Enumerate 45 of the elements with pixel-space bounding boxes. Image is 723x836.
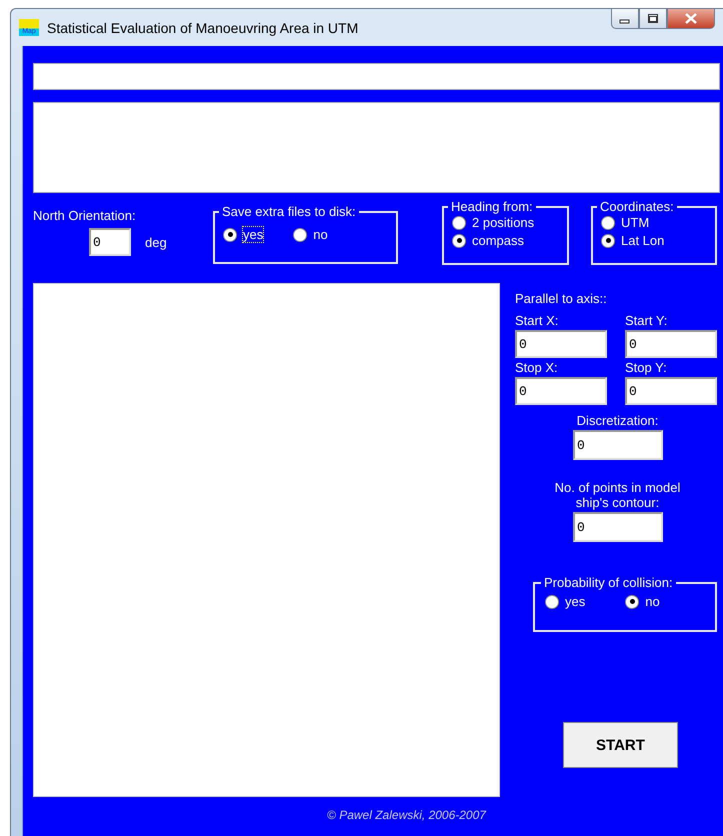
coordinate-field[interactable]: 0	[515, 330, 607, 358]
field-label: Start X:	[515, 313, 560, 328]
radio-button[interactable]	[293, 228, 308, 242]
contour-points-field[interactable]: 0	[573, 512, 663, 542]
north-orientation-field[interactable]: 0	[89, 228, 131, 256]
close-button[interactable]	[667, 9, 715, 29]
minimize-button[interactable]	[611, 9, 639, 29]
discretization-label: Discretization:	[576, 413, 660, 428]
field-label: Stop X:	[515, 360, 559, 375]
radio-button[interactable]	[545, 594, 559, 608]
radio-button[interactable]	[625, 594, 640, 608]
group-label: Coordinates:	[599, 199, 675, 214]
unit-label: deg	[145, 234, 167, 250]
coordinate-field[interactable]: 0	[625, 377, 717, 405]
option-label: Lat Lon	[621, 233, 664, 248]
option-label: no	[313, 227, 328, 242]
maximize-icon	[647, 14, 659, 24]
text-field[interactable]	[33, 63, 720, 90]
radio-button[interactable]	[452, 216, 466, 230]
group-label: Probability of collision:	[543, 575, 674, 590]
close-icon	[684, 13, 698, 24]
window-title: Statistical Evaluation of Manoeuvring Area in UTM	[47, 20, 358, 36]
start-button[interactable]: START	[563, 722, 678, 768]
option-label: 2 positions	[472, 215, 534, 230]
discretization-field[interactable]: 0	[573, 430, 663, 460]
radio-button[interactable]	[601, 234, 615, 248]
option-label: compass	[472, 233, 524, 248]
group-label: Heading from:	[450, 199, 534, 214]
maximize-button[interactable]	[639, 9, 667, 29]
radio-button[interactable]	[223, 228, 237, 242]
coordinate-field[interactable]: 0	[625, 330, 717, 358]
coordinate-field[interactable]: 0	[515, 377, 607, 405]
section-label: Parallel to axis::	[515, 291, 607, 306]
option-label: no	[645, 594, 660, 609]
field-label: Stop Y:	[625, 360, 668, 375]
radio-button[interactable]	[601, 216, 615, 230]
contour-points-label: No. of points in model ship's contour:	[554, 480, 682, 510]
north-orientation-label: North Orientation:	[33, 208, 137, 223]
group-label: Save extra files to disk:	[221, 204, 357, 219]
option-label: UTM	[621, 215, 650, 230]
copyright-text: © Pawel Zalewski, 2006-2007	[327, 808, 486, 822]
radio-button[interactable]	[452, 234, 466, 248]
option-label: yes	[565, 594, 586, 609]
option-label: yes	[243, 227, 264, 242]
field-label: Start Y:	[625, 313, 668, 328]
